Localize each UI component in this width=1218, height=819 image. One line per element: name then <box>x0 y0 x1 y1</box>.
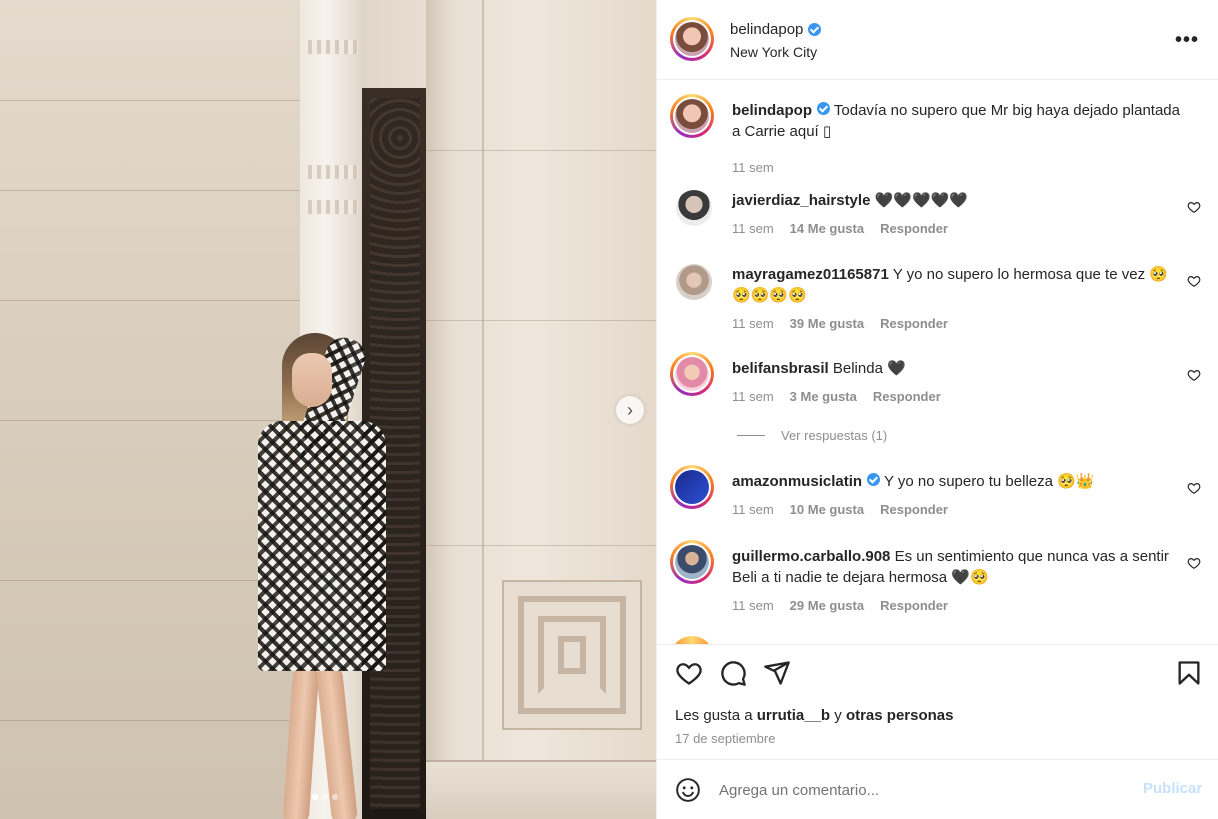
caption-text-block: belindapop Todavía no supero que Mr big … <box>732 100 1182 142</box>
verified-badge-icon <box>817 102 830 115</box>
comment-icon[interactable] <box>719 659 747 687</box>
comment-time[interactable]: 11 sem <box>732 316 774 331</box>
comment-username[interactable]: belifansbrasil <box>732 360 829 377</box>
commenter-avatar[interactable] <box>670 465 714 509</box>
comment-text-block: javierdiaz_hairstyle 🖤🖤🖤🖤🖤 <box>732 190 1172 211</box>
carousel-indicator <box>312 794 338 800</box>
commenter-avatar[interactable] <box>676 190 712 226</box>
comment-text-block: belifansbrasil Belinda 🖤 <box>732 358 1172 379</box>
verified-badge-icon <box>808 23 822 36</box>
comment-meta: 11 sem 39 Me gusta Responder <box>732 316 948 331</box>
post-actions: Les gusta a urrutia__b y otras personas … <box>657 644 1218 759</box>
comment-like-icon[interactable] <box>1187 368 1201 382</box>
comment-likes[interactable]: 3 Me gusta <box>790 389 857 404</box>
caption-time[interactable]: 11 sem <box>732 160 774 175</box>
comment-time[interactable]: 11 sem <box>732 221 774 236</box>
comment-username[interactable]: amazonmusiclatin <box>732 473 862 490</box>
carousel-dot <box>312 794 318 800</box>
comment-like-icon[interactable] <box>1187 556 1201 570</box>
comment-text: Belinda 🖤 <box>832 360 906 377</box>
replies-divider <box>737 435 765 436</box>
save-icon[interactable] <box>1175 659 1203 687</box>
comment-time[interactable]: 11 sem <box>732 502 774 517</box>
others-link[interactable]: otras personas <box>846 707 954 724</box>
comment-like-icon[interactable] <box>1187 274 1201 288</box>
emoji-icon[interactable] <box>675 777 701 803</box>
comment-text: Y yo no supero tu belleza 🥺👑 <box>883 473 1095 490</box>
share-icon[interactable] <box>763 659 791 687</box>
add-comment-bar: Publicar <box>657 759 1218 819</box>
stone-steps <box>426 760 656 819</box>
carousel-dot <box>322 794 328 800</box>
caption-username[interactable]: belindapop <box>732 102 812 119</box>
verified-badge-icon <box>867 473 881 486</box>
comment-text-block: guillermo.carballo.908 Es un sentimiento… <box>732 546 1172 588</box>
carousel-dot <box>332 794 338 800</box>
comment-likes[interactable]: 14 Me gusta <box>790 221 864 236</box>
comment-username[interactable]: mayragamez01165871 <box>732 266 889 283</box>
location-link[interactable]: New York City <box>730 44 817 60</box>
more-options-icon[interactable]: ••• <box>1173 26 1201 54</box>
comments-list[interactable]: belindapop Todavía no supero que Mr big … <box>657 80 1218 644</box>
reply-button[interactable]: Responder <box>873 389 941 404</box>
comment-time[interactable]: 11 sem <box>732 389 774 404</box>
comment-likes[interactable]: 10 Me gusta <box>790 502 864 517</box>
post-panel: belindapop New York City ••• belindapop … <box>656 0 1218 819</box>
comment-text: 🖤🖤🖤🖤🖤 <box>874 192 968 209</box>
chevron-right-icon: › <box>627 399 633 420</box>
likes-summary: Les gusta a urrutia__b y otras personas <box>675 707 953 724</box>
comment-meta: 11 sem 14 Me gusta Responder <box>732 221 948 236</box>
post-date[interactable]: 17 de septiembre <box>675 731 775 746</box>
reply-button[interactable]: Responder <box>880 316 948 331</box>
caption-avatar[interactable] <box>670 94 714 138</box>
comment-likes[interactable]: 29 Me gusta <box>790 598 864 613</box>
comment-meta: 11 sem 3 Me gusta Responder <box>732 389 941 404</box>
commenter-avatar[interactable] <box>670 636 714 644</box>
commenter-avatar[interactable] <box>670 352 714 396</box>
commenter-avatar[interactable] <box>676 264 712 300</box>
comment-input[interactable] <box>719 780 1099 800</box>
post-header: belindapop New York City ••• <box>657 0 1218 80</box>
liker-username[interactable]: urrutia__b <box>757 707 830 724</box>
likes-prefix: Les gusta a <box>675 707 753 724</box>
greek-key-relief <box>502 580 642 730</box>
view-replies-label: Ver respuestas (1) <box>781 428 888 443</box>
comment-like-icon[interactable] <box>1187 481 1201 495</box>
author-username[interactable]: belindapop <box>730 21 803 38</box>
likes-joiner: y <box>834 707 842 724</box>
comment-time[interactable]: 11 sem <box>732 598 774 613</box>
commenter-avatar[interactable] <box>670 540 714 584</box>
like-icon[interactable] <box>675 659 703 687</box>
comment-meta: 11 sem 29 Me gusta Responder <box>732 598 948 613</box>
post-photo[interactable]: › <box>0 0 656 819</box>
view-replies-button[interactable]: Ver respuestas (1) <box>737 428 887 443</box>
next-slide-button[interactable]: › <box>616 396 644 424</box>
comment-text-block: amazonmusiclatin Y yo no supero tu belle… <box>732 471 1172 492</box>
reply-button[interactable]: Responder <box>880 598 948 613</box>
author-avatar[interactable] <box>670 17 714 61</box>
publish-button[interactable]: Publicar <box>1143 780 1202 797</box>
woman-figure <box>240 325 430 819</box>
author-username-row: belindapop <box>730 21 822 38</box>
instagram-post: › belindapop New York City ••• belindapo… <box>0 0 1218 819</box>
comment-meta: 11 sem 10 Me gusta Responder <box>732 502 948 517</box>
comment-username[interactable]: guillermo.carballo.908 <box>732 548 890 565</box>
comment-likes[interactable]: 39 Me gusta <box>790 316 864 331</box>
comment-username[interactable]: javierdiaz_hairstyle <box>732 192 870 209</box>
reply-button[interactable]: Responder <box>880 221 948 236</box>
reply-button[interactable]: Responder <box>880 502 948 517</box>
comment-like-icon[interactable] <box>1187 200 1201 214</box>
comment-text-block: mayragamez01165871 Y yo no supero lo her… <box>732 264 1172 306</box>
